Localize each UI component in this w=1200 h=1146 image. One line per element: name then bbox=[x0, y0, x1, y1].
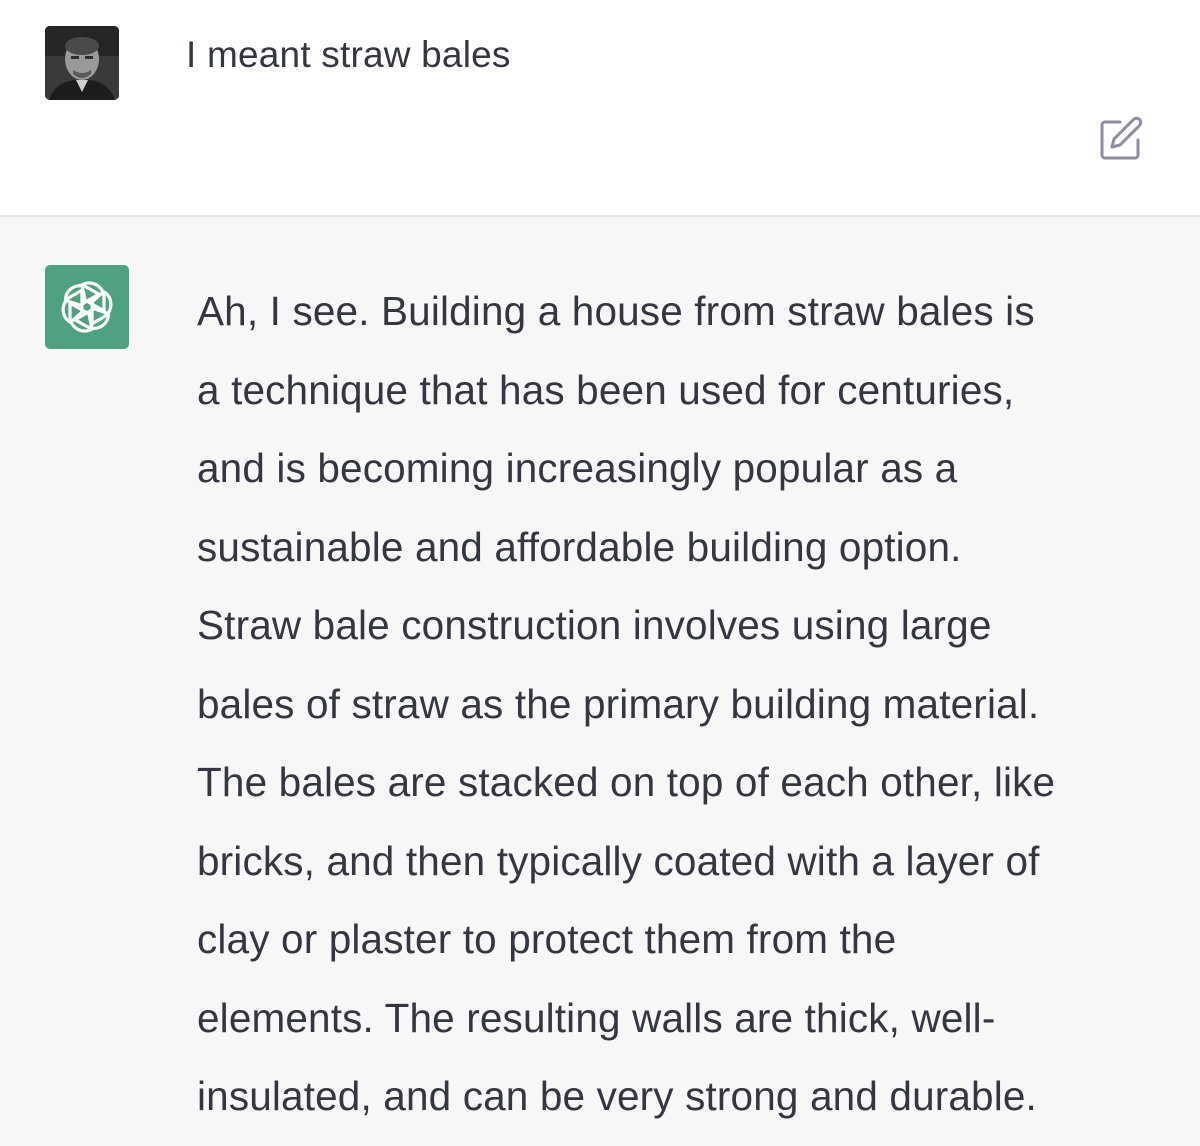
assistant-text-line: and is becoming increasingly popular as … bbox=[197, 445, 958, 491]
assistant-text-line: bricks, and then typically coated with a… bbox=[197, 837, 1040, 884]
user-photo-avatar bbox=[45, 26, 119, 100]
assistant-message: Ah, I see. Building a house from straw b… bbox=[0, 217, 1200, 1146]
edit-button[interactable] bbox=[1098, 116, 1144, 162]
assistant-text-line: a technique that has been used for centu… bbox=[197, 366, 1015, 413]
assistant-message-text: Ah, I see. Building a house from straw b… bbox=[197, 272, 1187, 1136]
assistant-text-line: sustainable and affordable building opti… bbox=[197, 523, 962, 570]
edit-icon bbox=[1100, 116, 1143, 160]
user-message-text: I meant straw bales bbox=[186, 34, 511, 75]
assistant-text-line: Ah, I see. Building a house from straw b… bbox=[197, 288, 1035, 334]
user-message: I meant straw bales bbox=[0, 0, 1200, 217]
assistant-text-line: The bales are stacked on top of each oth… bbox=[197, 759, 1056, 805]
assistant-text-line: clay or plaster to protect them from the bbox=[197, 916, 897, 962]
assistant-avatar bbox=[45, 265, 129, 349]
assistant-text-line: elements. The resulting walls are thick,… bbox=[197, 994, 996, 1041]
assistant-text-line: Straw bale construction involves using l… bbox=[197, 602, 992, 648]
assistant-text-line: bales of straw as the primary building m… bbox=[197, 680, 1040, 727]
user-avatar bbox=[45, 26, 119, 100]
assistant-text-line: insulated, and can be very strong and du… bbox=[197, 1073, 1037, 1119]
openai-logo-icon bbox=[61, 281, 113, 333]
